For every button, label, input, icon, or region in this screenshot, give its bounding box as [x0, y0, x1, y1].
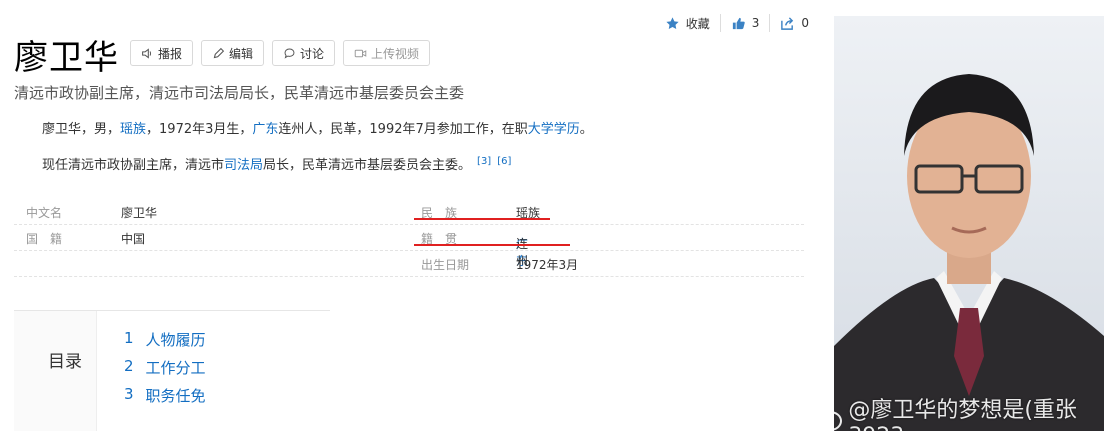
like-button[interactable]: 3 [719, 14, 770, 32]
edit-button[interactable]: 编辑 [201, 40, 265, 66]
chat-bubble-icon [284, 48, 295, 59]
share-button[interactable]: 0 [769, 14, 819, 32]
birth-date-label: 出生日期 [421, 258, 470, 272]
weibo-logo-icon [818, 410, 843, 431]
bureau-link[interactable]: 司法局 [224, 158, 263, 173]
cn-name-value: 廖卫华 [121, 206, 158, 220]
page-title: 廖卫华 [14, 38, 119, 78]
toc-list: 1 人物履历 2 工作分工 3 职务任免 [124, 329, 206, 413]
pencil-icon [213, 47, 225, 58]
portrait-illustration [834, 16, 1104, 431]
discuss-button[interactable]: 讨论 [272, 40, 336, 66]
basic-info-table: 中文名 廖卫华 民 族 瑶族 国 籍 中国 籍 贯 广东连州 出生日期 1972… [14, 199, 804, 277]
play-button[interactable]: 播报 [130, 40, 194, 66]
birth-date-value: 1972年3月 [516, 258, 579, 272]
weibo-watermark: @廖卫华的梦想是(重张3923 [818, 392, 1111, 431]
thumbs-up-icon [732, 17, 745, 29]
province-link[interactable]: 广东 [252, 122, 278, 137]
intro-paragraph-2: 现任清远市政协副主席，清远市司法局局长，民革清远市基层委员会主委。 [3] [6] [42, 156, 512, 173]
share-icon [781, 16, 794, 30]
info-row: 中文名 廖卫华 民 族 瑶族 [14, 199, 804, 225]
education-link[interactable]: 大学学历 [528, 122, 580, 137]
toc-item[interactable]: 3 职务任免 [124, 385, 206, 413]
nationality-link[interactable]: 中国 [121, 230, 145, 247]
favorite-button[interactable]: 收藏 [655, 14, 720, 32]
toc-title: 目录 [48, 352, 82, 372]
annotation-underline [414, 244, 570, 246]
cn-name-label: 中文名 [26, 206, 63, 220]
ethnic-link[interactable]: 瑶族 [120, 122, 146, 137]
lemma-summary: 清远市政协副主席，清远市司法局局长，民革清远市基层委员会主委 [14, 84, 465, 102]
nationality-label: 国 籍 [26, 232, 63, 246]
video-camera-icon [354, 49, 367, 57]
annotation-underline [414, 218, 550, 220]
portrait-photo[interactable] [834, 16, 1104, 431]
star-icon [666, 16, 679, 29]
info-row: 国 籍 中国 籍 贯 广东连州 [14, 225, 804, 268]
toolbar: 播报 编辑 讨论 上传视频 [130, 40, 431, 66]
action-bar: 收藏 3 0 [655, 14, 819, 32]
table-of-contents: 目录 1 人物履历 2 工作分工 3 职务任免 [14, 310, 330, 431]
upload-video-button[interactable]: 上传视频 [343, 40, 431, 66]
reference-3[interactable]: [3] [477, 156, 491, 167]
reference-6[interactable]: [6] [497, 156, 511, 167]
intro-paragraph-1: 廖卫华，男，瑶族，1972年3月生，广东连州人，民革，1992年7月参加工作，在… [42, 122, 593, 137]
speaker-icon [142, 47, 152, 59]
toc-item[interactable]: 2 工作分工 [124, 357, 206, 385]
toc-item[interactable]: 1 人物履历 [124, 329, 206, 357]
info-row: 出生日期 1972年3月 [14, 251, 804, 277]
toc-sidebar: 目录 [14, 311, 97, 431]
